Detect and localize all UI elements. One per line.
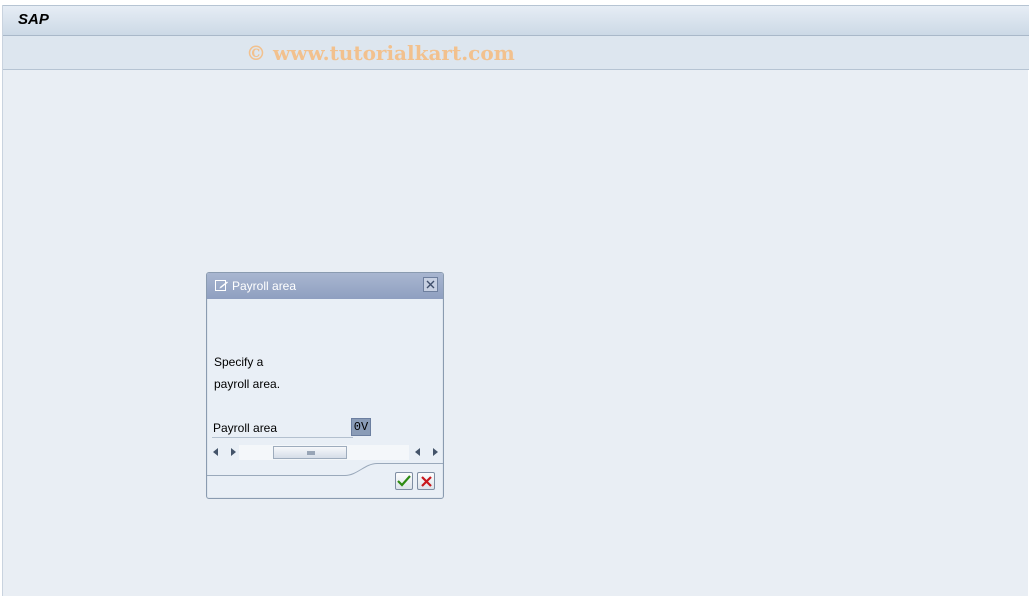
checkmark-icon (397, 475, 411, 487)
dialog-header: Payroll area (207, 273, 443, 299)
horizontal-scrollbar[interactable] (209, 445, 441, 461)
cancel-button[interactable] (417, 472, 435, 490)
dialog-title: Payroll area (232, 279, 297, 293)
scrollbar-thumb[interactable] (273, 446, 347, 459)
sap-window: SAP © www.tutorialkart.com (2, 5, 1029, 596)
watermark: © www.tutorialkart.com (246, 41, 515, 65)
scroll-left-arrow-icon-2[interactable] (415, 448, 420, 456)
app-title: SAP (18, 11, 49, 28)
payroll-area-label: Payroll area (212, 420, 353, 438)
payroll-area-dialog: Payroll area Specify a payroll area. Pay… (206, 272, 444, 499)
grip-icon (307, 451, 315, 455)
scroll-right-arrow-icon[interactable] (231, 448, 236, 456)
scrollbar-track[interactable] (239, 445, 409, 460)
scroll-right-arrow-icon-2[interactable] (433, 448, 438, 456)
payroll-area-input[interactable]: 0V (351, 418, 371, 436)
edit-dialog-icon (215, 280, 228, 291)
dialog-close-button[interactable] (423, 277, 438, 292)
dialog-message-line1: Specify a (214, 355, 264, 369)
scroll-left-arrow-icon[interactable] (213, 448, 218, 456)
title-bar: SAP (3, 5, 1029, 36)
confirm-button[interactable] (395, 472, 413, 490)
toolbar: © www.tutorialkart.com (3, 36, 1029, 70)
dialog-message-line2: payroll area. (214, 377, 281, 391)
close-icon (426, 280, 435, 289)
cancel-x-icon (420, 475, 432, 487)
